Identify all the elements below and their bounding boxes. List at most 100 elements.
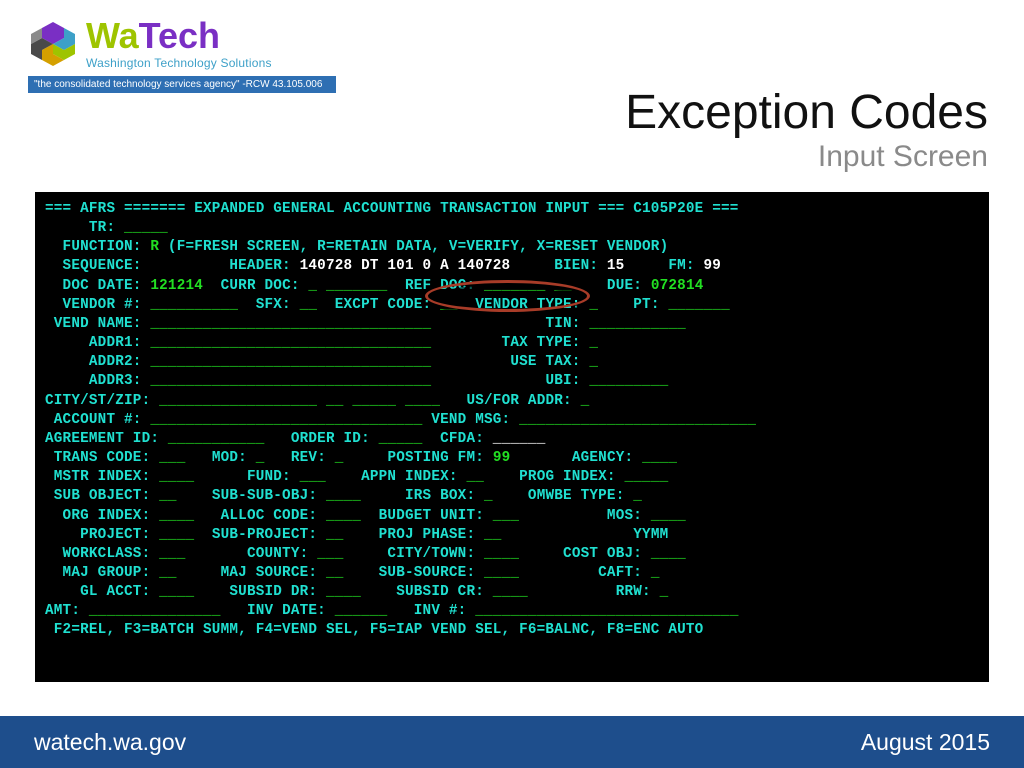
title-block: Exception Codes Input Screen xyxy=(625,88,988,174)
glacct-field[interactable]: ____ xyxy=(159,584,194,600)
currdoc-label: CURR DOC: xyxy=(203,278,308,294)
zip4-field[interactable]: ____ xyxy=(405,393,440,409)
transcode-field[interactable]: ___ xyxy=(159,450,185,466)
docdate-field[interactable]: 121214 xyxy=(150,278,203,294)
caft-field[interactable]: _ xyxy=(651,565,660,581)
projphase-field[interactable]: __ xyxy=(484,527,502,543)
bien-value: 15 xyxy=(607,258,625,274)
orderid-label: ORDER ID: xyxy=(265,431,379,447)
tr-field[interactable]: _____ xyxy=(124,220,168,236)
invnum-field[interactable]: ______________________________ xyxy=(475,603,738,619)
postingfm-field[interactable]: 99 xyxy=(493,450,511,466)
brand-sub: Washington Technology Solutions xyxy=(86,56,272,70)
tagline: "the consolidated technology services ag… xyxy=(28,76,336,93)
logo-row: WaTech Washington Technology Solutions xyxy=(28,18,338,70)
subsidcr-label: SUBSID CR: xyxy=(361,584,493,600)
mstrindex-field[interactable]: ____ xyxy=(159,469,194,485)
alloccode-field[interactable]: ____ xyxy=(326,508,361,524)
vendmsg-field[interactable]: ___________________________ xyxy=(519,412,756,428)
acct-field[interactable]: _______________________________ xyxy=(150,412,422,428)
slide-subtitle: Input Screen xyxy=(625,140,988,174)
bien-label: BIEN: xyxy=(510,258,607,274)
pt-field[interactable]: _______ xyxy=(668,297,729,313)
mos-field[interactable]: ____ xyxy=(651,508,686,524)
subsubobj-field[interactable]: ____ xyxy=(326,488,361,504)
orderid-field[interactable]: _____ xyxy=(379,431,423,447)
ubi-field[interactable]: _________ xyxy=(589,373,668,389)
tr-label: TR: xyxy=(45,220,124,236)
agreement-field[interactable]: ___________ xyxy=(168,431,265,447)
irsbox-field[interactable]: _ xyxy=(484,488,493,504)
refdoc-label: REF DOC: xyxy=(387,278,484,294)
cfda-field[interactable]: ______ xyxy=(493,431,546,447)
ubi-label: UBI: xyxy=(431,373,589,389)
mod-field[interactable]: _ xyxy=(256,450,265,466)
mod-label: MOD: xyxy=(185,450,255,466)
addr2-field[interactable]: ________________________________ xyxy=(150,354,431,370)
workclass-label: WORKCLASS: xyxy=(45,546,159,562)
sfx-field[interactable]: __ xyxy=(300,297,318,313)
county-label: COUNTY: xyxy=(185,546,317,562)
subsiddr-field[interactable]: ____ xyxy=(326,584,361,600)
city-field[interactable]: __________________ xyxy=(159,393,317,409)
addr1-label: ADDR1: xyxy=(45,335,150,351)
docdate-label: DOC DATE: xyxy=(45,278,150,294)
subproject-label: SUB-PROJECT: xyxy=(194,527,326,543)
currdoc-field[interactable]: _ _______ xyxy=(308,278,387,294)
mos-label: MOS: xyxy=(519,508,651,524)
zip-field[interactable]: _____ xyxy=(352,393,396,409)
excpt-field[interactable]: __ xyxy=(440,297,458,313)
acct-label: ACCOUNT #: xyxy=(45,412,150,428)
usetax-field[interactable]: _ xyxy=(589,354,598,370)
caft-label: CAFT: xyxy=(519,565,651,581)
vendname-field[interactable]: ________________________________ xyxy=(150,316,431,332)
addr3-field[interactable]: ________________________________ xyxy=(150,373,431,389)
citytown-field[interactable]: ____ xyxy=(484,546,519,562)
vendor-field[interactable]: __________ xyxy=(150,297,238,313)
mstrindex-label: MSTR INDEX: xyxy=(45,469,159,485)
function-field[interactable]: R xyxy=(150,239,159,255)
county-field[interactable]: ___ xyxy=(317,546,343,562)
slide-title: Exception Codes xyxy=(625,88,988,138)
orgindex-field[interactable]: ____ xyxy=(159,508,194,524)
budgetunit-label: BUDGET UNIT: xyxy=(361,508,493,524)
refdoc-field[interactable]: _______ __ xyxy=(484,278,572,294)
taxtype-field[interactable]: _ xyxy=(589,335,598,351)
subsiddr-label: SUBSID DR: xyxy=(194,584,326,600)
tin-field[interactable]: ___________ xyxy=(589,316,686,332)
term-header: === AFRS ======= EXPANDED GENERAL ACCOUN… xyxy=(45,201,739,217)
amt-field[interactable]: _______________ xyxy=(89,603,221,619)
sequence-label: SEQUENCE: HEADER: xyxy=(45,258,300,274)
subobject-field[interactable]: __ xyxy=(159,488,177,504)
progindex-field[interactable]: _____ xyxy=(625,469,669,485)
omwbe-field[interactable]: _ xyxy=(633,488,642,504)
majgroup-field[interactable]: __ xyxy=(159,565,177,581)
appnindex-field[interactable]: __ xyxy=(466,469,484,485)
majgroup-label: MAJ GROUP: xyxy=(45,565,159,581)
subsidcr-field[interactable]: ____ xyxy=(493,584,528,600)
addr1-field[interactable]: ________________________________ xyxy=(150,335,431,351)
invdate-field[interactable]: ______ xyxy=(335,603,388,619)
project-field[interactable]: ____ xyxy=(159,527,194,543)
workclass-field[interactable]: ___ xyxy=(159,546,185,562)
footer-left: watech.wa.gov xyxy=(34,729,186,756)
subsource-field[interactable]: ____ xyxy=(484,565,519,581)
subproject-field[interactable]: __ xyxy=(326,527,344,543)
fund-field[interactable]: ___ xyxy=(300,469,326,485)
agency-field[interactable]: ____ xyxy=(642,450,677,466)
budgetunit-field[interactable]: ___ xyxy=(493,508,519,524)
omwbe-label: OMWBE TYPE: xyxy=(493,488,633,504)
rev-field[interactable]: _ xyxy=(335,450,344,466)
vendortype-field[interactable]: _ xyxy=(589,297,598,313)
brand-name: WaTech xyxy=(86,18,272,54)
st-field[interactable]: __ xyxy=(326,393,344,409)
vendname-label: VEND NAME: xyxy=(45,316,150,332)
logo-block: WaTech Washington Technology Solutions "… xyxy=(28,18,338,93)
majsource-label: MAJ SOURCE: xyxy=(177,565,326,581)
majsource-field[interactable]: __ xyxy=(326,565,344,581)
addr2-label: ADDR2: xyxy=(45,354,150,370)
usfor-field[interactable]: _ xyxy=(581,393,590,409)
rrw-field[interactable]: _ xyxy=(660,584,669,600)
costobj-field[interactable]: ____ xyxy=(651,546,686,562)
due-field[interactable]: 072814 xyxy=(651,278,704,294)
